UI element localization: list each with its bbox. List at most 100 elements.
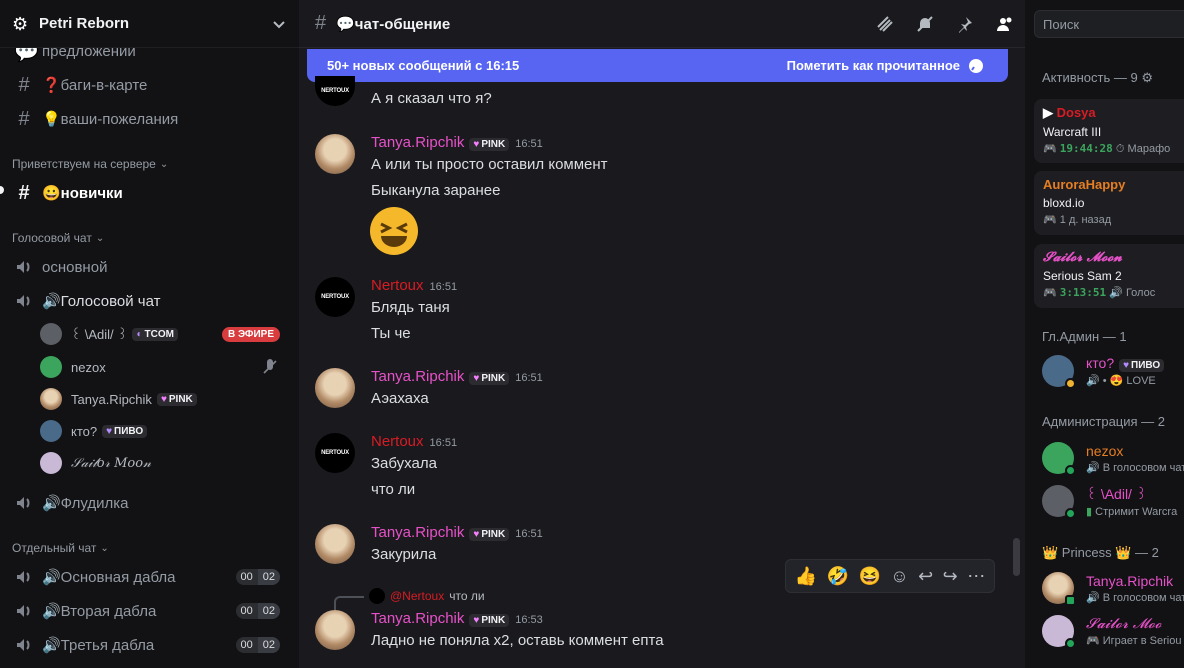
- chevron-down-icon: ⌄: [159, 158, 169, 170]
- channel-newbies[interactable]: # 😀новички: [8, 177, 290, 209]
- member-name: ꒰ \Adil/ ꒱: [1086, 485, 1147, 502]
- message-author[interactable]: Tanya.Ripchik ♥ PINK 16:51: [371, 134, 543, 151]
- message-author[interactable]: Tanya.Ripchik ♥ PINK 16:51: [371, 524, 543, 541]
- more-icon[interactable]: ⋯: [967, 566, 985, 587]
- chevron-down-icon: ⌄: [100, 542, 109, 554]
- channel-header: # 💬чат-общение: [299, 0, 1025, 48]
- message-action-bar: 👍 🤣 😆 ☺ ↩ ↪ ⋯: [785, 559, 995, 593]
- avatar[interactable]: [315, 610, 355, 650]
- member-kto[interactable]: кто? ♥ ПИВО 🔊 • 😍 LOVE: [1042, 353, 1184, 389]
- voice-user-name: Tanya.Ripchik: [71, 391, 152, 407]
- author-name: Nertoux: [371, 277, 424, 294]
- message-author[interactable]: Nertoux 16:51: [371, 433, 457, 450]
- member-adil[interactable]: ꒰ \Adil/ ꒱ ▮ Стримит Warcra: [1042, 483, 1184, 519]
- heart-icon: ♥: [473, 373, 480, 384]
- avatar: [40, 323, 62, 345]
- avatar: [1042, 442, 1076, 476]
- avatar[interactable]: NERTOUX: [315, 76, 355, 106]
- gear-icon[interactable]: ⚙: [1141, 70, 1153, 85]
- mark-as-read-button[interactable]: Пометить как прочитанное: [787, 58, 984, 74]
- hash-icon: #: [18, 73, 30, 96]
- tag-label: PINK: [168, 393, 193, 405]
- voice-channel-main[interactable]: основной: [8, 251, 290, 283]
- voice-user-kto[interactable]: кто? ♥ ПИВО: [40, 418, 290, 444]
- user-tag: ♥ ПИВО: [102, 424, 148, 438]
- reply-icon[interactable]: ↩: [918, 566, 933, 587]
- status-online-icon: [1065, 508, 1076, 519]
- play-icon: ▶: [1043, 105, 1053, 120]
- play-timer: 3:13:51: [1059, 286, 1107, 299]
- activity-card-aurora[interactable]: AuroraHappy bloxd.io 🎮 1 д. назад: [1034, 171, 1184, 235]
- voice-channel-dabla1[interactable]: 🔊Основная дабла 00 02: [8, 561, 290, 593]
- pin-icon[interactable]: [955, 14, 975, 34]
- gamepad-icon: 🎮: [1043, 287, 1057, 299]
- avatar: [1042, 485, 1076, 519]
- voice-user-adil[interactable]: ꒰ \Adil/ ꒱ ◐ TCOM В ЭФИРЕ: [40, 321, 290, 347]
- banner-text: 50+ новых сообщений с 16:15: [327, 58, 520, 73]
- reaction-thumbs-up[interactable]: 👍: [795, 566, 817, 587]
- message-author[interactable]: Tanya.Ripchik ♥ PINK 16:51: [371, 368, 543, 385]
- reaction-rofl[interactable]: 🤣: [827, 566, 849, 587]
- category-voice[interactable]: Голосовой чат ⌄: [12, 231, 104, 245]
- search-input[interactable]: Поиск: [1034, 10, 1184, 38]
- counter-limit: 02: [257, 603, 280, 619]
- message-author[interactable]: Nertoux 16:51: [371, 277, 457, 294]
- category-separate[interactable]: Отдельный чат ⌄: [12, 541, 109, 555]
- threads-icon[interactable]: [875, 14, 895, 34]
- tag-label: ПИВО: [1131, 360, 1161, 371]
- stopwatch-icon: ⏱: [1115, 143, 1125, 155]
- member-name: AuroraHappy: [1043, 177, 1184, 192]
- avatar[interactable]: [315, 134, 355, 174]
- mute-bell-icon[interactable]: [915, 14, 935, 34]
- member-nezox[interactable]: nezox 🔊 В голосовом чат: [1042, 440, 1184, 476]
- new-messages-banner[interactable]: 50+ новых сообщений с 16:15 Пометить как…: [307, 49, 1008, 82]
- channel-wishes[interactable]: # 💡ваши-пожелания: [8, 103, 290, 135]
- server-header[interactable]: ⚙ Petri Reborn: [0, 0, 299, 48]
- member-name: 𝓢𝓪𝓲𝓵𝓸𝓻 𝓜𝓸𝓸: [1086, 615, 1162, 632]
- voice-channel-floodilka[interactable]: 🔊Флудилка: [8, 487, 290, 519]
- user-tag: ♥ PINK: [469, 614, 510, 627]
- category-welcome[interactable]: Приветствуем на сервере ⌄: [12, 157, 168, 171]
- forward-icon[interactable]: ↪: [943, 566, 958, 587]
- voice-user-tanya[interactable]: Tanya.Ripchik ♥ PINK: [40, 386, 290, 412]
- reply-reference[interactable]: @Nertoux что ли: [369, 588, 485, 604]
- avatar: [1042, 355, 1076, 389]
- member-category-activity: Активность — 9 ⚙: [1042, 70, 1153, 86]
- voice-user-nezox[interactable]: nezox: [40, 354, 290, 380]
- activity-extra: Марафо: [1127, 143, 1171, 155]
- message-author[interactable]: Tanya.Ripchik ♥ PINK 16:53: [371, 610, 543, 627]
- avatar-text: NERTOUX: [321, 88, 349, 94]
- tag-label: PINK: [481, 139, 506, 150]
- voice-user-sailor[interactable]: 𝒮𝒶𝒾𝓁𝑜𝓇 𝑀𝑜𝑜𝓃: [40, 450, 290, 476]
- counter-current: 00: [240, 605, 253, 617]
- voice-channel-dabla2[interactable]: 🔊Вторая дабла 00 02: [8, 595, 290, 627]
- message-text: Быканула заранее: [371, 182, 501, 199]
- user-tag: ♥ PINK: [469, 528, 510, 541]
- voice-user-name: кто?: [71, 423, 98, 439]
- message-time: 16:51: [429, 281, 458, 293]
- member-status-text: Играет в Seriou: [1102, 634, 1182, 647]
- hash-icon: #: [18, 181, 30, 204]
- activity-card-sailor[interactable]: 𝓢𝓪𝓲𝓵𝓸𝓻 𝓜𝓸𝓸𝓷 Serious Sam 2 🎮 3:13:51 🔊 Го…: [1034, 244, 1184, 308]
- voice-channel-voice-chat[interactable]: 🔊Голосовой чат: [8, 285, 290, 317]
- channel-label: 🔊Основная дабла: [42, 569, 176, 586]
- member-sailor[interactable]: 𝓢𝓪𝓲𝓵𝓸𝓻 𝓜𝓸𝓸 🎮 Играет в Seriou: [1042, 613, 1184, 649]
- reaction-laughing[interactable]: 😆: [858, 566, 880, 587]
- message-time: 16:51: [515, 372, 543, 384]
- avatar[interactable]: [315, 368, 355, 408]
- avatar[interactable]: NERTOUX: [315, 277, 355, 317]
- member-list-icon[interactable]: [995, 14, 1015, 34]
- add-reaction-icon[interactable]: ☺: [890, 566, 908, 587]
- avatar[interactable]: NERTOUX: [315, 433, 355, 473]
- voice-channel-dabla3[interactable]: 🔊Третья дабла 00 02: [8, 629, 290, 661]
- activity-card-dosya[interactable]: ▶ Dosya Warcraft III 🎮 19:44:28 ⏱ Марафо: [1034, 99, 1184, 163]
- reply-text: что ли: [449, 589, 485, 603]
- moon-icon: ◐: [136, 328, 143, 340]
- game-name: Warcraft III: [1043, 125, 1102, 139]
- channel-bugs[interactable]: # ❓баги-в-карте: [8, 69, 290, 101]
- member-tanya[interactable]: Tanya.Ripchik 🔊 В голосовом чат: [1042, 570, 1184, 606]
- play-timer: 19:44:28: [1059, 142, 1113, 155]
- scrollbar[interactable]: [1013, 538, 1020, 576]
- hash-icon: #: [315, 12, 327, 34]
- avatar[interactable]: [315, 524, 355, 564]
